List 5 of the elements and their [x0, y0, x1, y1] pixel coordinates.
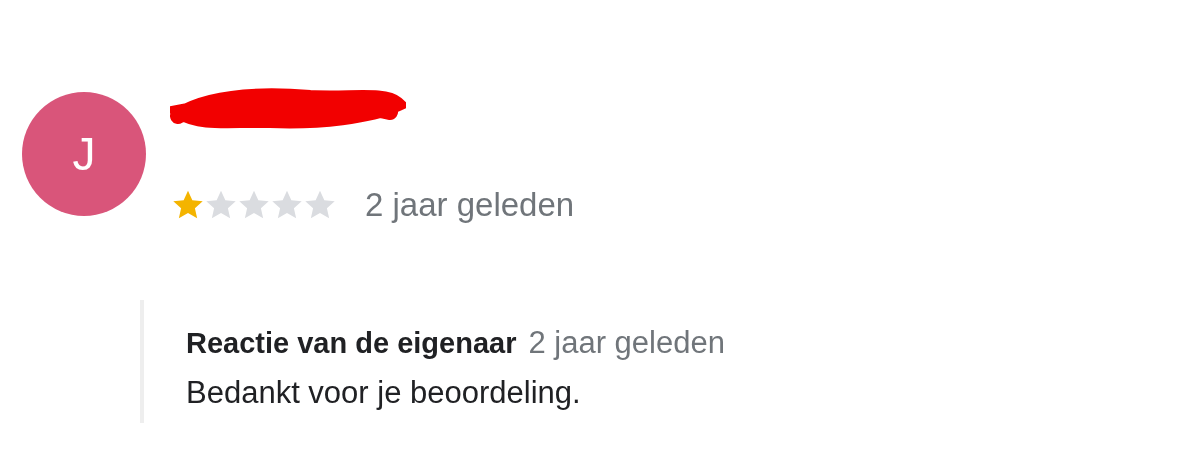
- avatar: J: [22, 92, 146, 216]
- response-text: Bedankt voor je beoordeling.: [186, 374, 582, 412]
- response-time: 2 jaar geleden: [528, 323, 725, 362]
- review-time: 2 jaar geleden: [365, 185, 575, 225]
- owner-response-label: Reactie van de eigenaar: [186, 325, 517, 361]
